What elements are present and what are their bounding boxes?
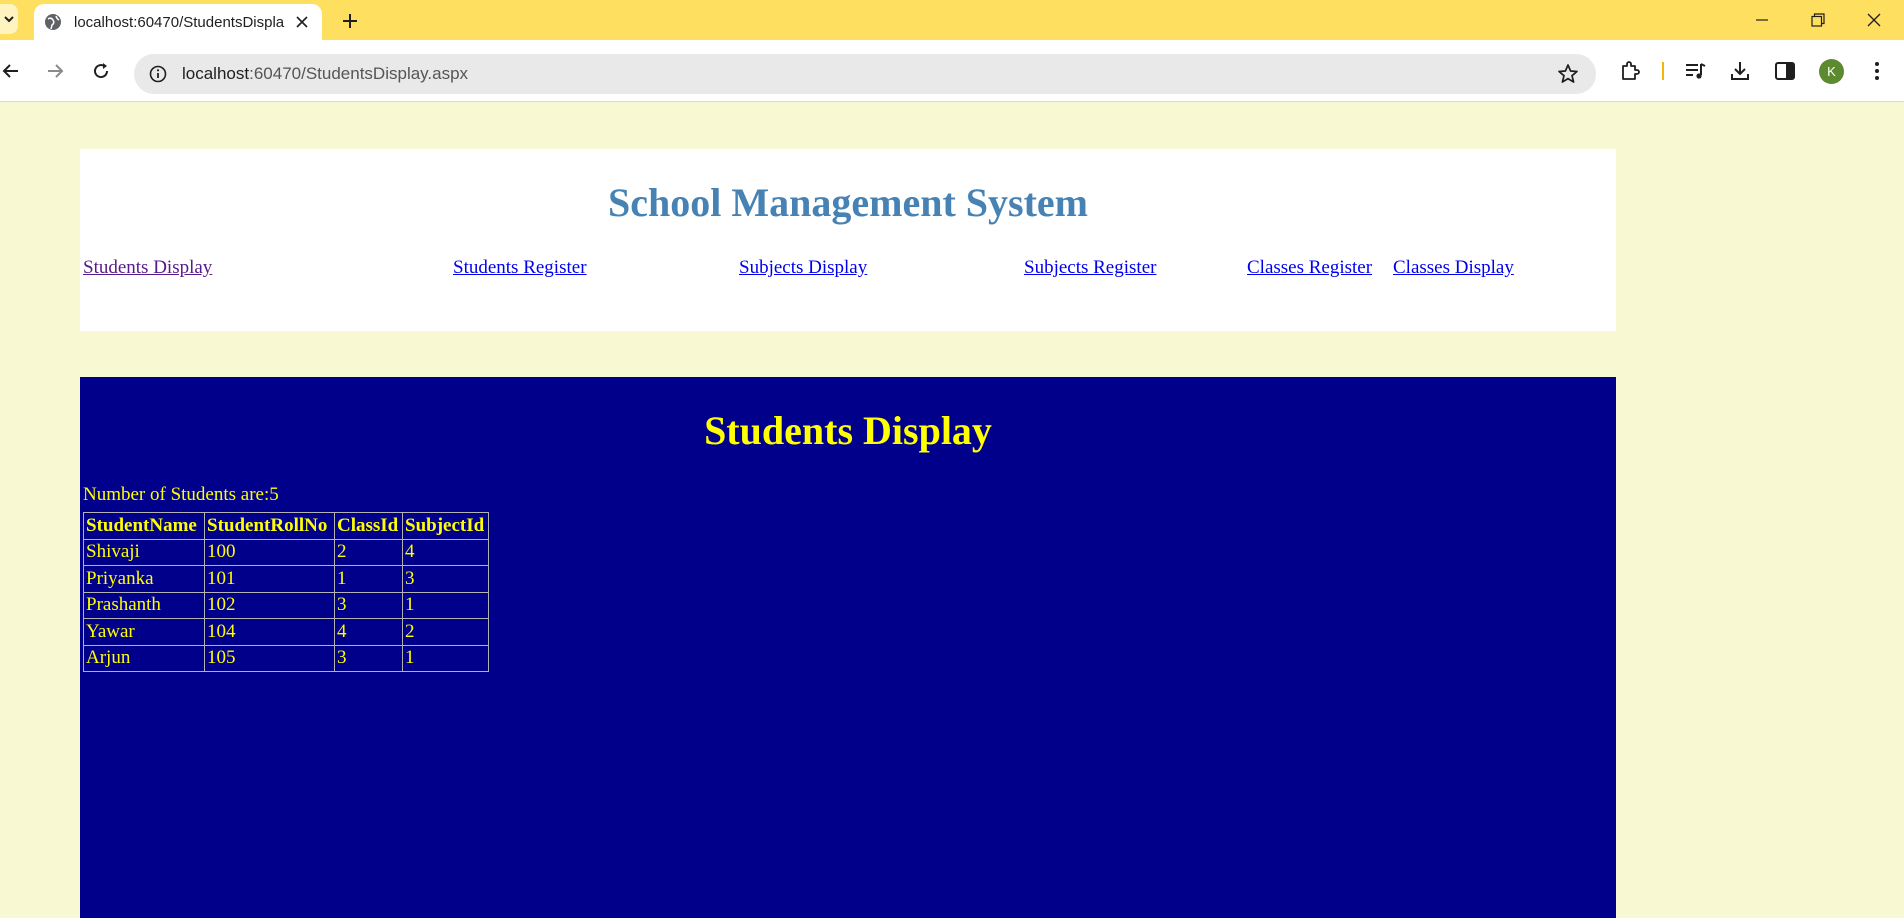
column-header: StudentName [83,512,205,540]
table-cell: Prashanth [83,591,205,619]
table-header-row: StudentName StudentRollNo ClassId Subjec… [83,512,489,540]
restore-icon [1811,13,1825,27]
table-row: Prashanth 102 3 1 [83,591,489,619]
students-panel: Students Display Number of Students are:… [80,377,1616,918]
media-control-icon[interactable] [1682,58,1708,84]
reload-icon [94,63,109,79]
site-info-icon[interactable] [146,62,170,86]
table-row: Priyanka 101 1 3 [83,565,489,593]
nav-link-subjects-display[interactable]: Subjects Display [739,257,867,279]
table-cell: 3 [334,591,403,619]
close-icon[interactable] [292,12,312,32]
table-cell: 4 [334,618,403,646]
site-header: School Management System Students Displa… [80,149,1616,331]
table-cell: 105 [204,644,335,672]
bookmark-star-icon[interactable] [1556,62,1580,86]
table-cell: Priyanka [83,565,205,593]
back-button[interactable] [0,56,26,86]
table-cell: 104 [204,618,335,646]
forward-button[interactable] [40,56,70,86]
table-cell: 1 [334,565,403,593]
table-cell: Yawar [83,618,205,646]
url-path: :60470/StudentsDisplay.aspx [249,64,469,83]
nav-link-subjects-register[interactable]: Subjects Register [1024,257,1156,279]
column-header: SubjectId [402,512,489,540]
page-title: Students Display [704,408,992,453]
reload-button[interactable] [86,56,116,86]
download-icon[interactable] [1727,58,1753,84]
browser-tab-active[interactable]: localhost:60470/StudentsDispla [34,4,322,40]
students-table: StudentName StudentRollNo ClassId Subjec… [83,512,489,672]
nav-link-students-display[interactable]: Students Display [83,257,212,279]
nav-link-classes-display[interactable]: Classes Display [1393,257,1514,279]
url-text: localhost:60470/StudentsDisplay.aspx [182,64,468,84]
student-count-label: Number of Students are: [83,484,270,505]
column-header: StudentRollNo [204,512,335,540]
student-count: Number of Students are:5 [83,484,279,506]
table-cell: Arjun [83,644,205,672]
toolbar-separator [1662,62,1664,80]
menu-dots-icon[interactable] [1864,58,1890,84]
browser-tabstrip: localhost:60470/StudentsDispla [0,0,1904,40]
table-cell: 102 [204,591,335,619]
table-row: Shivaji 100 2 4 [83,538,489,566]
nav-link-classes-register[interactable]: Classes Register [1247,257,1372,279]
student-count-value: 5 [269,484,279,505]
table-cell: Shivaji [83,538,205,566]
site-title: School Management System [608,180,1088,225]
table-cell: 2 [334,538,403,566]
profile-avatar[interactable]: K [1819,59,1844,84]
extensions-icon[interactable] [1617,58,1643,84]
forward-arrow-icon [48,64,64,78]
address-bar[interactable]: localhost:60470/StudentsDisplay.aspx [134,54,1596,94]
minimize-icon [1756,19,1768,21]
browser-toolbar: localhost:60470/StudentsDisplay.aspx K [0,40,1904,102]
table-cell: 3 [402,565,489,593]
close-window-button[interactable] [1846,0,1902,40]
back-arrow-icon [2,64,18,78]
table-cell: 101 [204,565,335,593]
close-window-icon [1867,13,1881,27]
table-cell: 1 [402,591,489,619]
table-row: Arjun 105 3 1 [83,644,489,672]
table-cell: 4 [402,538,489,566]
table-cell: 100 [204,538,335,566]
table-cell: 1 [402,644,489,672]
minimize-button[interactable] [1734,0,1790,40]
restore-button[interactable] [1790,0,1846,40]
tab-title: localhost:60470/StudentsDispla [74,13,285,31]
plus-icon [343,14,357,28]
new-tab-button[interactable] [336,7,364,35]
side-panel-icon[interactable] [1772,58,1798,84]
nav-link-students-register[interactable]: Students Register [453,257,587,279]
table-cell: 2 [402,618,489,646]
tab-search-button[interactable] [0,4,18,34]
column-header: ClassId [334,512,403,540]
chevron-down-icon [4,16,14,23]
table-row: Yawar 104 4 2 [83,618,489,646]
url-host: localhost [182,64,250,83]
table-cell: 3 [334,644,403,672]
globe-icon [44,13,62,31]
